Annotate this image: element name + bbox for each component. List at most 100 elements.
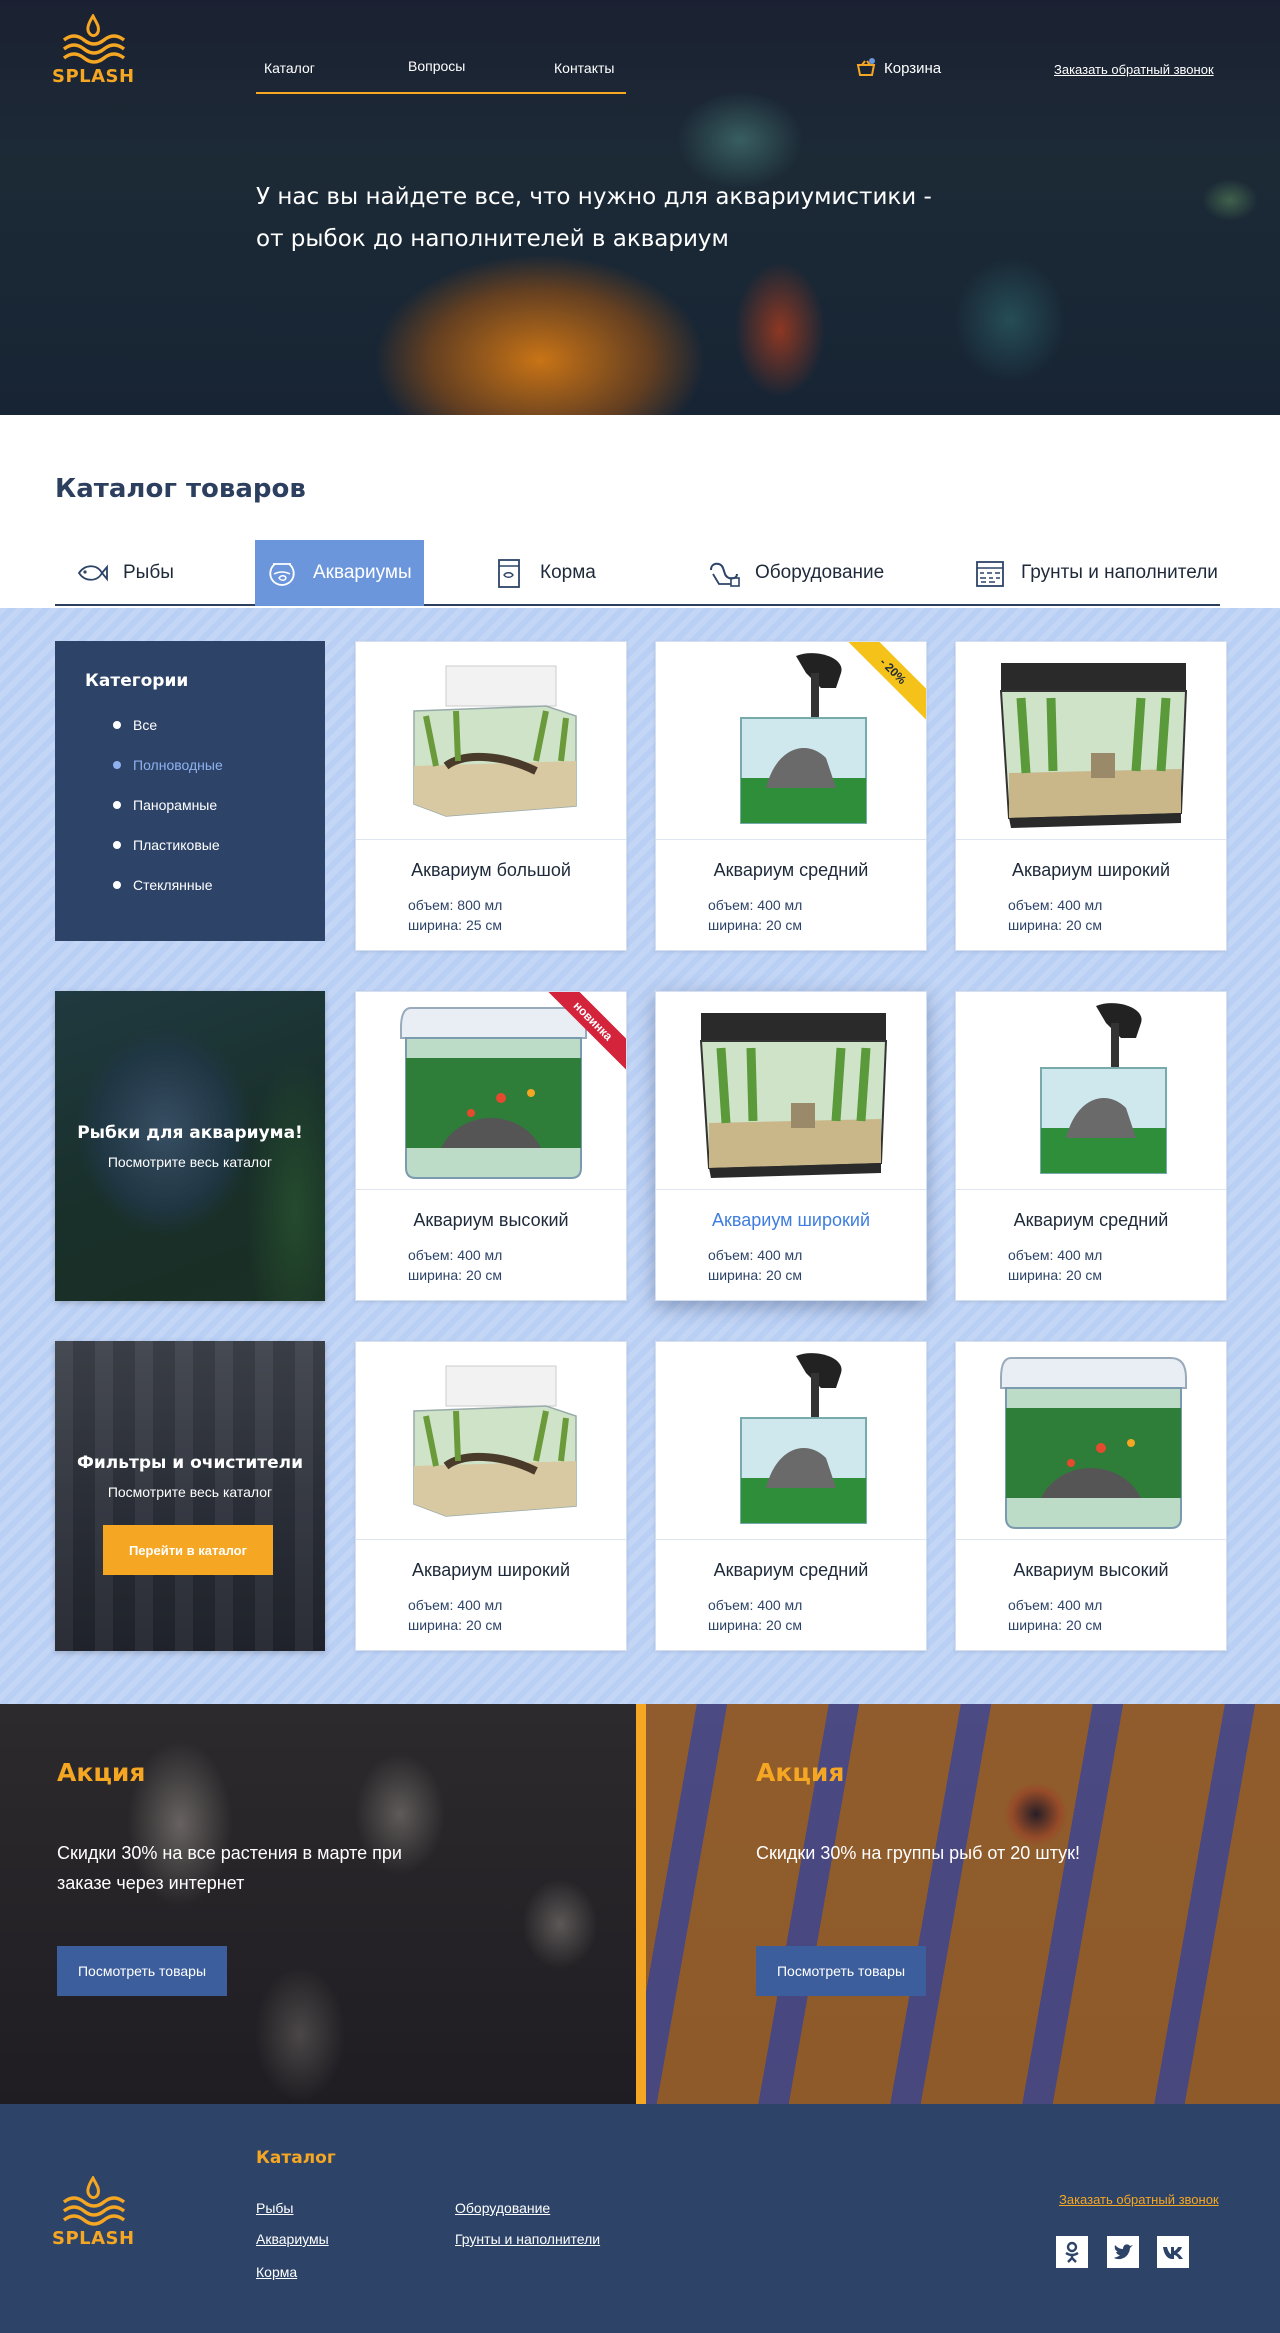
nav-questions[interactable]: Вопросы (408, 58, 465, 74)
view-products-button[interactable]: Посмотреть товары (756, 1946, 926, 1996)
product-name[interactable]: Аквариум средний (656, 860, 926, 881)
footer-logo[interactable]: SPLASH (52, 2176, 135, 2249)
categories-title: Категории (85, 671, 189, 691)
tab-food[interactable]: Корма (492, 540, 596, 606)
category-all[interactable]: Все (113, 705, 295, 745)
product-name[interactable]: Аквариум широкий (356, 1560, 626, 1581)
promo-filters-title: Фильтры и очистители (77, 1453, 303, 1473)
promo-card-filters[interactable]: Фильтры и очистители Посмотрите весь кат… (55, 1341, 325, 1651)
logo-text: SPLASH (52, 2228, 135, 2249)
product-card[interactable]: - 20% Аквариум средний объем: 400 мл ширина… (655, 641, 927, 951)
top-navigation: Каталог Вопросы Контакты (256, 52, 626, 94)
logo-wave-icon (63, 14, 126, 64)
product-image[interactable] (356, 642, 626, 840)
product-card[interactable]: Аквариум большой объем: 800 мл ширина: 25 … (355, 641, 627, 951)
product-name[interactable]: Аквариум широкий (656, 1210, 926, 1231)
hose-icon (710, 562, 740, 587)
fish-icon (77, 564, 108, 582)
twitter-icon[interactable] (1107, 2236, 1139, 2268)
categories-panel: Категории Все Полноводные Панорамные Пла… (55, 641, 325, 941)
footer-link-substrate[interactable]: Грунты и наполнители (455, 2231, 600, 2247)
tab-equipment-label: Оборудование (755, 562, 885, 583)
product-name[interactable]: Аквариум большой (356, 860, 626, 881)
product-name[interactable]: Аквариум высокий (356, 1210, 626, 1231)
product-name[interactable]: Аквариум средний (956, 1210, 1226, 1231)
logo[interactable]: SPLASH (52, 14, 135, 87)
cart-icon (856, 58, 876, 76)
category-glass[interactable]: Стеклянные (113, 865, 295, 905)
footer-link-aquariums[interactable]: Аквариумы (256, 2231, 329, 2247)
tab-equipment[interactable]: Оборудование (707, 540, 884, 606)
go-to-catalog-button[interactable]: Перейти в каталог (103, 1525, 273, 1575)
hero-line-1: У нас вы найдете все, что нужно для аква… (256, 184, 932, 210)
view-products-button[interactable]: Посмотреть товары (57, 1946, 227, 1996)
product-specs: объем: 400 мл ширина: 20 см (708, 895, 802, 935)
tab-food-label: Корма (540, 562, 596, 583)
hero-line-2: от рыбок до наполнителей в аквариум (256, 226, 729, 252)
product-width: ширина: 20 см (1008, 1267, 1103, 1283)
product-width: ширина: 20 см (708, 1267, 803, 1283)
tab-aquariums[interactable]: Аквариумы (255, 540, 424, 606)
product-card[interactable]: Аквариум средний объем: 400 мл ширина: 20 … (955, 991, 1227, 1301)
footer-link-fish[interactable]: Рыбы (256, 2200, 293, 2216)
logo-text: SPLASH (52, 66, 135, 87)
tab-fish[interactable]: Рыбы (75, 540, 174, 606)
substrate-icon (976, 561, 1004, 587)
badge-label: - 20% (846, 642, 926, 722)
hero-headline: У нас вы найдете все, что нужно для аква… (256, 176, 976, 260)
vk-icon[interactable] (1157, 2236, 1189, 2268)
product-specs: объем: 400 мл ширина: 20 см (1008, 895, 1102, 935)
product-specs: объем: 400 мл ширина: 20 см (708, 1245, 802, 1285)
footer: SPLASH Каталог Рыбы Аквариумы Корма Обор… (0, 2104, 1280, 2333)
product-width: ширина: 20 см (708, 917, 803, 933)
product-width: ширина: 20 см (1008, 1617, 1103, 1633)
tab-substrate[interactable]: Грунты и наполнители (973, 540, 1218, 606)
product-card[interactable]: Аквариум высокий объем: 400 мл ширина: 20 … (955, 1341, 1227, 1651)
product-card[interactable]: Аквариум средний объем: 400 мл ширина: 20 … (655, 1341, 927, 1651)
product-image[interactable] (956, 992, 1226, 1190)
product-specs: объем: 400 мл ширина: 20 см (408, 1595, 502, 1635)
promo-fish-sub: Посмотрите весь каталог (107, 1154, 273, 1170)
nav-catalog[interactable]: Каталог (264, 60, 315, 76)
callback-link-footer[interactable]: Заказать обратный звонок (1059, 2192, 1219, 2207)
badge-label: новинка (546, 992, 626, 1072)
product-volume: объем: 800 мл (408, 897, 503, 913)
product-volume: объем: 400 мл (1008, 897, 1103, 913)
product-card[interactable]: новинка Аквариум высокий объем: 400 мл шири… (355, 991, 627, 1301)
product-name[interactable]: Аквариум широкий (956, 860, 1226, 881)
product-image[interactable] (656, 992, 926, 1190)
food-can-icon (498, 559, 520, 588)
product-width: ширина: 20 см (1008, 917, 1103, 933)
product-image[interactable] (956, 642, 1226, 840)
cart-link[interactable]: Корзина (856, 58, 941, 78)
product-card[interactable]: Аквариум широкий объем: 400 мл ширина: 20 … (655, 991, 927, 1301)
nav-contacts[interactable]: Контакты (554, 60, 614, 76)
product-image[interactable] (956, 1342, 1226, 1540)
product-specs: объем: 800 мл ширина: 25 см (408, 895, 502, 935)
product-width: ширина: 20 см (408, 1617, 503, 1633)
footer-link-equipment[interactable]: Оборудование (455, 2200, 550, 2216)
odnoklassniki-icon[interactable] (1056, 2236, 1088, 2268)
product-volume: объем: 400 мл (708, 1597, 803, 1613)
product-specs: объем: 400 мл ширина: 20 см (408, 1245, 502, 1285)
callback-link-top[interactable]: Заказать обратный звонок (1054, 62, 1214, 77)
categories-list: Все Полноводные Панорамные Пластиковые С… (85, 705, 295, 905)
product-image[interactable] (356, 1342, 626, 1540)
product-name[interactable]: Аквариум высокий (956, 1560, 1226, 1581)
product-card[interactable]: Аквариум широкий объем: 400 мл ширина: 20 … (355, 1341, 627, 1651)
product-name[interactable]: Аквариум средний (656, 1560, 926, 1581)
promo-card-fish[interactable]: Рыбки для аквариума! Посмотрите весь кат… (55, 991, 325, 1301)
product-image[interactable] (656, 1342, 926, 1540)
promo-text: Скидки 30% на все растения в марте при з… (57, 1843, 402, 1893)
category-plastic[interactable]: Пластиковые (113, 825, 295, 865)
product-card[interactable]: Аквариум широкий объем: 400 мл ширина: 20 … (955, 641, 1227, 951)
footer-link-food[interactable]: Корма (256, 2264, 297, 2280)
category-panoramic[interactable]: Панорамные (113, 785, 295, 825)
tab-substrate-label: Грунты и наполнители (1021, 562, 1218, 583)
category-full-water[interactable]: Полноводные (113, 745, 295, 785)
promo-fish-title: Рыбки для аквариума! (77, 1123, 303, 1143)
product-volume: объем: 400 мл (408, 1597, 503, 1613)
promo-overlay (646, 1704, 1280, 2104)
promo-title: Акция (756, 1758, 845, 1787)
product-specs: объем: 400 мл ширина: 20 см (708, 1595, 802, 1635)
